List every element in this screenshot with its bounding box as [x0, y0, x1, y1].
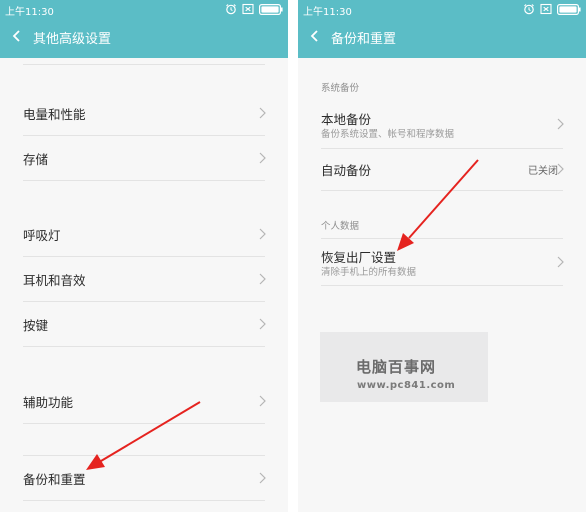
chevron-right-icon: [259, 318, 266, 330]
back-arrow-icon[interactable]: [11, 29, 23, 43]
chevron-right-icon: [259, 228, 266, 240]
menu-item-label: 辅助功能: [23, 395, 74, 410]
divider: [321, 190, 563, 191]
auto-backup-status: 已关闭: [528, 166, 558, 177]
menu-item-factory-reset[interactable]: 恢复出厂设置 清除手机上的所有数据: [298, 239, 586, 285]
menu-item-label: 耳机和音效: [23, 273, 86, 288]
no-sim-icon: [242, 3, 254, 15]
chevron-right-icon: [259, 152, 266, 164]
status-icons: [225, 3, 283, 15]
section-header-personal-data: 个人数据: [321, 221, 360, 232]
menu-item-label: 自动备份: [321, 163, 372, 178]
status-time: 上午11:30: [5, 7, 54, 18]
divider: [23, 346, 265, 347]
chevron-right-icon: [259, 107, 266, 119]
alarm-icon: [524, 4, 534, 15]
left-header: 上午11:30 其他高级设置: [0, 0, 288, 58]
chevron-right-icon: [557, 163, 564, 175]
alarm-icon: [226, 4, 236, 15]
menu-item-label: 存储: [23, 152, 49, 167]
page-title: 备份和重置: [331, 32, 397, 47]
chevron-right-icon: [259, 472, 266, 484]
menu-item-storage[interactable]: 存储: [0, 136, 288, 180]
menu-item-label: 呼吸灯: [23, 228, 61, 243]
divider: [321, 285, 563, 286]
menu-item-accessibility[interactable]: 辅助功能: [0, 379, 288, 423]
divider: [23, 64, 265, 65]
right-header: 上午11:30 备份和重置: [298, 0, 586, 58]
menu-item-local-backup[interactable]: 本地备份 备份系统设置、帐号和程序数据: [298, 100, 586, 148]
divider: [23, 423, 265, 424]
status-icons: [523, 3, 581, 15]
watermark: 电脑百事网 www.pc841.com: [320, 332, 488, 402]
battery-icon: [259, 3, 283, 15]
chevron-right-icon: [259, 273, 266, 285]
right-phone-screen: 上午11:30 备份和重置 系统备份 本地备份 备份系统设置、帐号和程序数据 自…: [298, 0, 586, 512]
chevron-right-icon: [557, 118, 564, 130]
menu-item-backup-reset[interactable]: 备份和重置: [0, 456, 288, 500]
menu-item-subtitle: 清除手机上的所有数据: [321, 267, 417, 278]
status-time: 上午11:30: [303, 7, 352, 18]
left-phone-screen: 上午11:30 其他高级设置 电量和性能 存储 呼吸灯 耳机和音效 按键 辅助功…: [0, 0, 288, 512]
menu-item-label: 按键: [23, 318, 49, 333]
menu-item-label: 电量和性能: [23, 107, 86, 122]
back-arrow-icon[interactable]: [309, 29, 321, 43]
page-title: 其他高级设置: [33, 32, 112, 47]
watermark-url: www.pc841.com: [357, 380, 456, 391]
menu-item-battery-performance[interactable]: 电量和性能: [0, 91, 288, 135]
chevron-right-icon: [259, 395, 266, 407]
divider: [23, 500, 265, 501]
watermark-name: 电脑百事网: [356, 358, 437, 376]
chevron-right-icon: [557, 256, 564, 268]
no-sim-icon: [540, 3, 552, 15]
menu-item-headphones-audio[interactable]: 耳机和音效: [0, 257, 288, 301]
divider: [23, 180, 265, 181]
section-header-system-backup: 系统备份: [321, 83, 360, 94]
menu-item-subtitle: 备份系统设置、帐号和程序数据: [321, 129, 455, 140]
menu-item-label: 备份和重置: [23, 472, 86, 487]
menu-item-breathing-light[interactable]: 呼吸灯: [0, 212, 288, 256]
menu-item-auto-backup[interactable]: 自动备份 已关闭: [298, 149, 586, 190]
menu-item-buttons[interactable]: 按键: [0, 302, 288, 346]
battery-icon: [557, 3, 581, 15]
